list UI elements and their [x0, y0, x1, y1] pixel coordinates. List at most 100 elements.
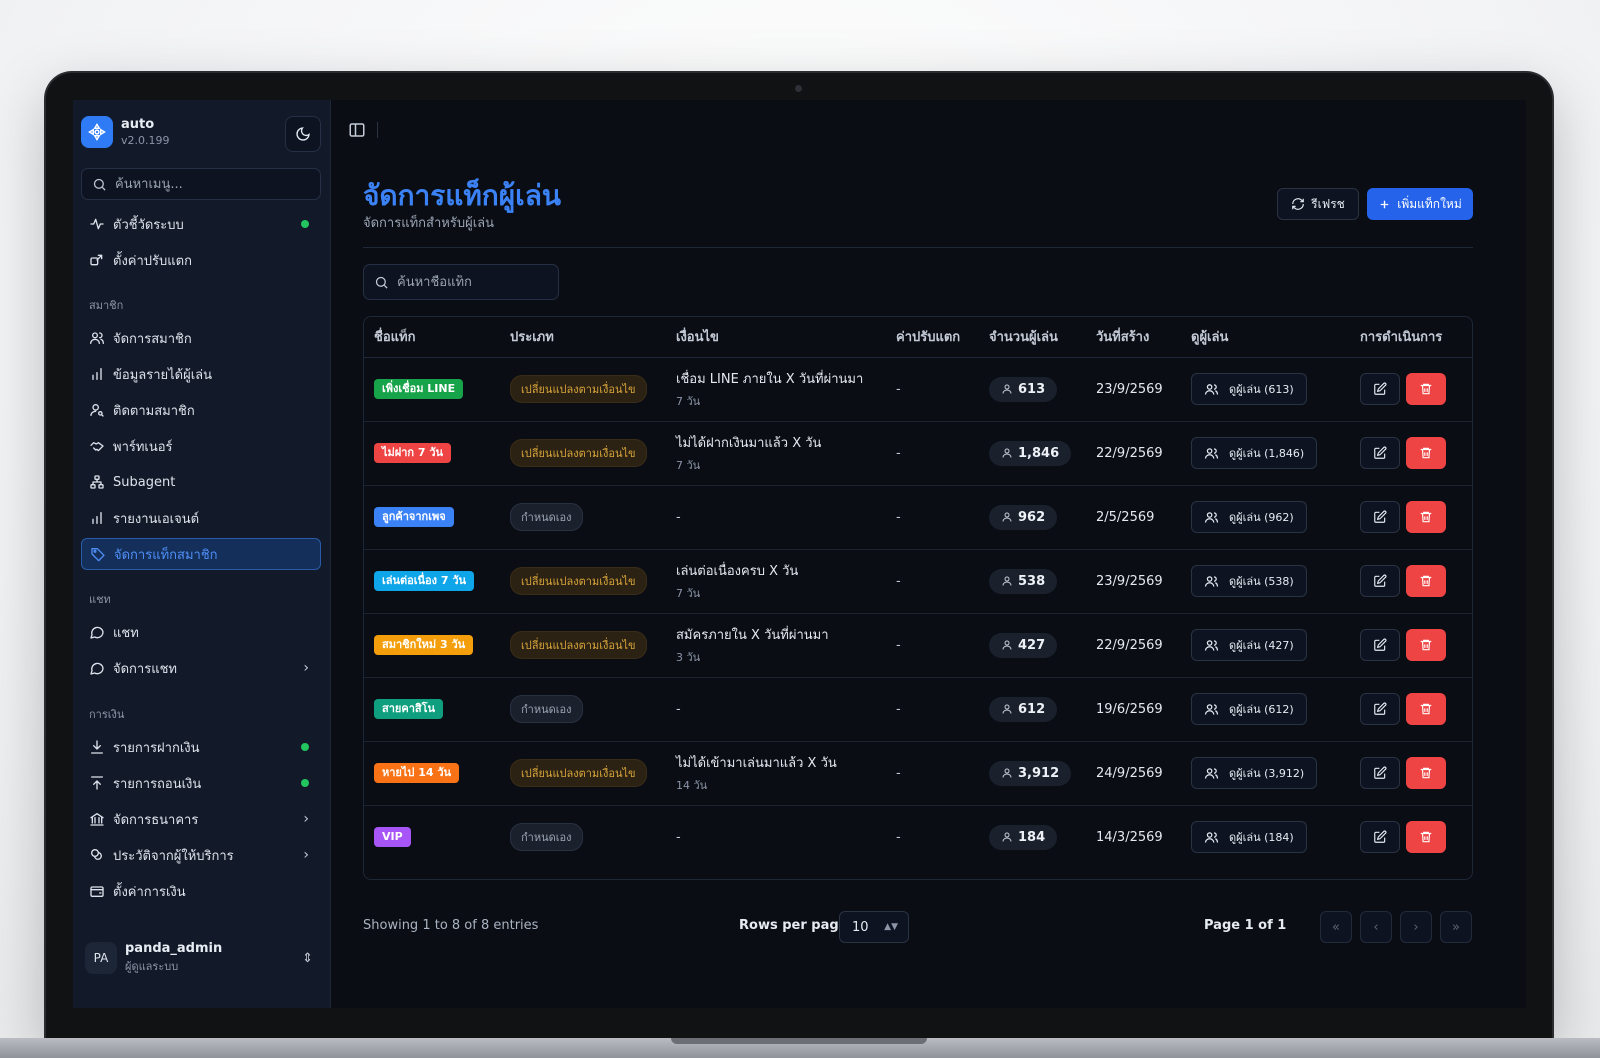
table-row: สมาชิกใหม่ 3 วัน เปลี่ยนแปลงตามเงื่อนไข สม…	[364, 613, 1472, 678]
users-icon	[1204, 767, 1219, 779]
adjust-value: -	[896, 765, 901, 781]
first-page-button[interactable]: «	[1320, 911, 1352, 943]
view-players-button[interactable]: ดูผู้เล่น (962)	[1191, 501, 1307, 533]
panel-left-icon	[349, 123, 365, 137]
created-date: 19/6/2569	[1096, 701, 1163, 717]
sidebar-item-label: รายการถอนเงิน	[113, 776, 202, 792]
rows-per-page-value: 10	[852, 919, 869, 935]
view-players-button[interactable]: ดูผู้เล่น (3,912)	[1191, 757, 1318, 789]
delete-button[interactable]	[1406, 629, 1446, 661]
sidebar-item-label: แชท	[113, 625, 139, 641]
edit-button[interactable]	[1360, 501, 1400, 533]
view-players-button[interactable]: ดูผู้เล่น (1,846)	[1191, 437, 1318, 469]
view-players-button[interactable]: ดูผู้เล่น (613)	[1191, 373, 1307, 405]
adjust-value: -	[896, 637, 901, 653]
bank-icon	[89, 811, 105, 827]
condition-text: ไม่ได้เข้ามาเล่นมาแล้ว X วัน	[676, 756, 837, 771]
player-count-value: 962	[1018, 509, 1046, 525]
sidebar-item-download[interactable]: รายการฝากเงิน	[81, 731, 321, 763]
condition-text: ไม่ได้ฝากเงินมาแล้ว X วัน	[676, 436, 822, 451]
col-header-created[interactable]: วันที่สร้าง	[1086, 317, 1181, 358]
delete-button[interactable]	[1406, 757, 1446, 789]
col-header-view-players[interactable]: ดูผู้เล่น	[1181, 317, 1350, 358]
refresh-button[interactable]: รีเฟรช	[1277, 188, 1359, 220]
delete-button[interactable]	[1406, 565, 1446, 597]
edit-button[interactable]	[1360, 629, 1400, 661]
status-dot	[301, 743, 309, 751]
player-count-value: 3,912	[1018, 765, 1060, 781]
delete-button[interactable]	[1406, 693, 1446, 725]
tag-badge: VIP	[374, 827, 411, 848]
col-header-player-count[interactable]: จำนวนผู้เล่น	[979, 317, 1086, 358]
sidebar-item-label: Subagent	[113, 474, 176, 490]
sidebar-item-activity[interactable]: ตัวชี้วัดระบบ	[81, 208, 321, 240]
type-badge: กำหนดเอง	[510, 823, 583, 852]
edit-button[interactable]	[1360, 373, 1400, 405]
edit-icon	[1374, 574, 1387, 587]
sidebar-item-upload[interactable]: รายการถอนเงิน	[81, 767, 321, 799]
view-players-button[interactable]: ดูผู้เล่น (612)	[1191, 693, 1307, 725]
adjust-value: -	[896, 573, 901, 589]
users-icon	[1204, 639, 1219, 651]
view-players-button[interactable]: ดูผู้เล่น (427)	[1191, 629, 1307, 661]
col-header-type[interactable]: ประเภท	[500, 317, 666, 358]
view-players-button[interactable]: ดูผู้เล่น (538)	[1191, 565, 1307, 597]
view-players-label: ดูผู้เล่น (184)	[1229, 831, 1294, 845]
rows-per-page-select[interactable]: 10 ▲▼	[839, 911, 909, 943]
sidebar-item-network[interactable]: Subagent	[81, 466, 321, 498]
prev-page-button[interactable]: ‹	[1360, 911, 1392, 943]
sidebar-item-coins[interactable]: ประวัติจากผู้ให้บริการ ›	[81, 839, 321, 871]
sidebar-item-tag[interactable]: จัดการแท็กสมาชิก	[81, 538, 321, 570]
sidebar-item-users[interactable]: จัดการสมาชิก	[81, 322, 321, 354]
type-badge: เปลี่ยนแปลงตามเงื่อนไข	[510, 631, 647, 659]
users-icon	[1204, 447, 1219, 459]
chevron-right-icon: ›	[303, 811, 309, 827]
edit-button[interactable]	[1360, 757, 1400, 789]
last-page-button[interactable]: »	[1440, 911, 1472, 943]
sidebar-item-settings-share[interactable]: ตั้งค่าปรับแตก	[81, 244, 321, 276]
delete-button[interactable]	[1406, 437, 1446, 469]
avatar: PA	[85, 942, 117, 974]
edit-button[interactable]	[1360, 437, 1400, 469]
edit-button[interactable]	[1360, 565, 1400, 597]
delete-button[interactable]	[1406, 501, 1446, 533]
sidebar-item-chat[interactable]: แชท	[81, 616, 321, 648]
tag-badge: ลูกค้าจากเพจ	[374, 507, 454, 527]
col-header-condition[interactable]: เงื่อนไข	[666, 317, 886, 358]
laptop-notch	[671, 1038, 927, 1044]
view-players-button[interactable]: ดูผู้เล่น (184)	[1191, 821, 1307, 854]
sidebar-item-label: รายงานเอเจนต์	[113, 511, 200, 527]
app-name: auto	[121, 117, 155, 132]
network-icon	[89, 474, 105, 490]
col-header-tag-name[interactable]: ชื่อแท็ก	[364, 317, 500, 358]
add-tag-button[interactable]: เพิ่มแท็กใหม่	[1367, 188, 1473, 220]
sidebar-item-handshake[interactable]: พาร์ทเนอร์	[81, 430, 321, 462]
condition-text: -	[676, 509, 681, 525]
edit-button[interactable]	[1360, 693, 1400, 725]
theme-toggle-button[interactable]	[285, 116, 321, 152]
tag-search-input[interactable]	[397, 274, 547, 290]
sidebar-item-bar-chart[interactable]: ข้อมูลรายได้ผู้เล่น	[81, 358, 321, 390]
sidebar-item-chat[interactable]: จัดการแชท ›	[81, 652, 321, 684]
sidebar-item-bank[interactable]: จัดการธนาคาร ›	[81, 803, 321, 835]
col-header-adjust[interactable]: ค่าปรับแตก	[886, 317, 979, 358]
sidebar-item-user-search[interactable]: ติดตามสมาชิก	[81, 394, 321, 426]
player-count-value: 538	[1018, 573, 1046, 589]
chat-icon	[89, 660, 105, 676]
sidebar-toggle-button[interactable]	[347, 120, 367, 140]
menu-search-input[interactable]	[115, 176, 305, 192]
user-menu[interactable]: PA panda_admin ผู้ดูแลระบบ ⇕	[85, 936, 321, 980]
tag-icon	[90, 546, 106, 562]
brand[interactable]: auto v2.0.199	[81, 116, 170, 148]
player-count-value: 427	[1018, 637, 1046, 653]
sidebar-section-label: การเงิน	[89, 708, 125, 721]
edit-button[interactable]	[1360, 821, 1400, 854]
delete-button[interactable]	[1406, 373, 1446, 405]
sidebar-item-label: จัดการสมาชิก	[113, 331, 192, 347]
delete-button[interactable]	[1406, 821, 1446, 854]
next-page-button[interactable]: ›	[1400, 911, 1432, 943]
sidebar-item-bar-chart[interactable]: รายงานเอเจนต์	[81, 502, 321, 534]
col-header-actions[interactable]: การดำเนินการ	[1350, 317, 1472, 358]
condition-value: 3 วัน	[676, 651, 701, 664]
sidebar-item-wallet[interactable]: ตั้งค่าการเงิน	[81, 875, 321, 907]
